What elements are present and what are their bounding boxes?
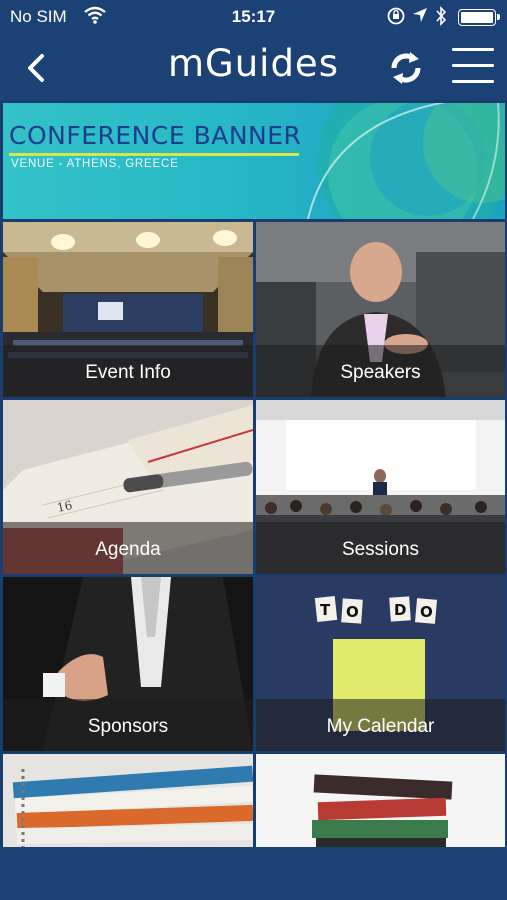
tile-sessions[interactable]: Sessions — [256, 400, 505, 574]
tile-sponsors[interactable]: Sponsors — [3, 577, 253, 751]
conference-banner[interactable]: CONFERENCE BANNER VENUE - ATHENS, GREECE — [3, 103, 505, 219]
refresh-icon — [391, 52, 421, 84]
banner-underline — [9, 153, 299, 156]
tile-label: My Calendar — [256, 699, 505, 751]
todo-letter: T — [320, 601, 331, 619]
tile-speakers[interactable]: Speakers — [256, 222, 505, 397]
bottom-bar — [0, 847, 507, 900]
tile-my-calendar[interactable]: T O D O My Calendar — [256, 577, 505, 751]
book-stack-image — [256, 754, 505, 847]
tile-label: Agenda — [3, 522, 253, 574]
location-icon — [412, 6, 428, 29]
tile-agenda[interactable]: 16 Agenda — [3, 400, 253, 574]
tile-label: Sponsors — [3, 699, 253, 751]
tile-event-info[interactable]: Event Info — [3, 222, 253, 397]
tile-notebooks[interactable] — [3, 754, 253, 847]
todo-letter: O — [420, 603, 433, 621]
rotation-lock-icon — [386, 6, 406, 31]
banner-title: CONFERENCE BANNER — [9, 121, 302, 150]
banner-subtitle: VENUE - ATHENS, GREECE — [11, 158, 179, 170]
top-bar: No SIM 15:17 mGuides — [0, 0, 507, 100]
todo-letter: D — [394, 601, 406, 619]
todo-letter: O — [346, 603, 359, 621]
refresh-button[interactable] — [386, 48, 426, 88]
tile-books[interactable] — [256, 754, 505, 847]
tile-label: Speakers — [256, 345, 505, 397]
status-bar: No SIM 15:17 — [0, 0, 507, 34]
clock: 15:17 — [231, 7, 276, 26]
tile-label: Event Info — [3, 345, 253, 397]
battery-icon — [458, 9, 500, 26]
spiral-notebooks-image — [3, 754, 253, 847]
bluetooth-icon — [434, 5, 448, 32]
tile-label: Sessions — [256, 522, 505, 574]
hamburger-menu-icon — [452, 48, 494, 83]
menu-button[interactable] — [452, 48, 494, 86]
page-title: mGuides — [168, 42, 339, 85]
